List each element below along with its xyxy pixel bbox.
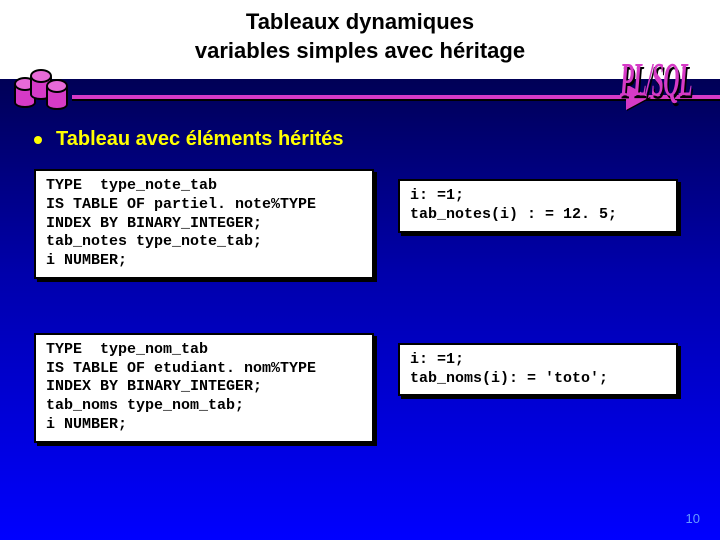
title-line-1: Tableaux dynamiques	[246, 9, 474, 34]
code-block-note-assign: i: =1; tab_notes(i) : = 12. 5;	[398, 179, 678, 233]
code-block-nom-assign: i: =1; tab_noms(i): = 'toto';	[398, 343, 678, 397]
title-line-2: variables simples avec héritage	[195, 38, 525, 63]
content-area: Tableau avec éléments hérités TYPE type_…	[0, 128, 720, 443]
bullet-item: Tableau avec éléments hérités	[34, 128, 686, 151]
bullet-text: Tableau avec éléments hérités	[56, 128, 344, 151]
code-grid: TYPE type_note_tab IS TABLE OF partiel. …	[34, 169, 686, 443]
bullet-icon	[34, 136, 42, 144]
code-block-type-nom: TYPE type_nom_tab IS TABLE OF etudiant. …	[34, 333, 374, 443]
title-area: Tableaux dynamiques variables simples av…	[0, 0, 720, 79]
divider-band: PL/SQL	[0, 86, 720, 108]
code-block-type-note: TYPE type_note_tab IS TABLE OF partiel. …	[34, 169, 374, 279]
page-number: 10	[686, 511, 700, 526]
slide-title: Tableaux dynamiques variables simples av…	[20, 8, 700, 65]
brand-label: PL/SQL	[620, 54, 692, 108]
